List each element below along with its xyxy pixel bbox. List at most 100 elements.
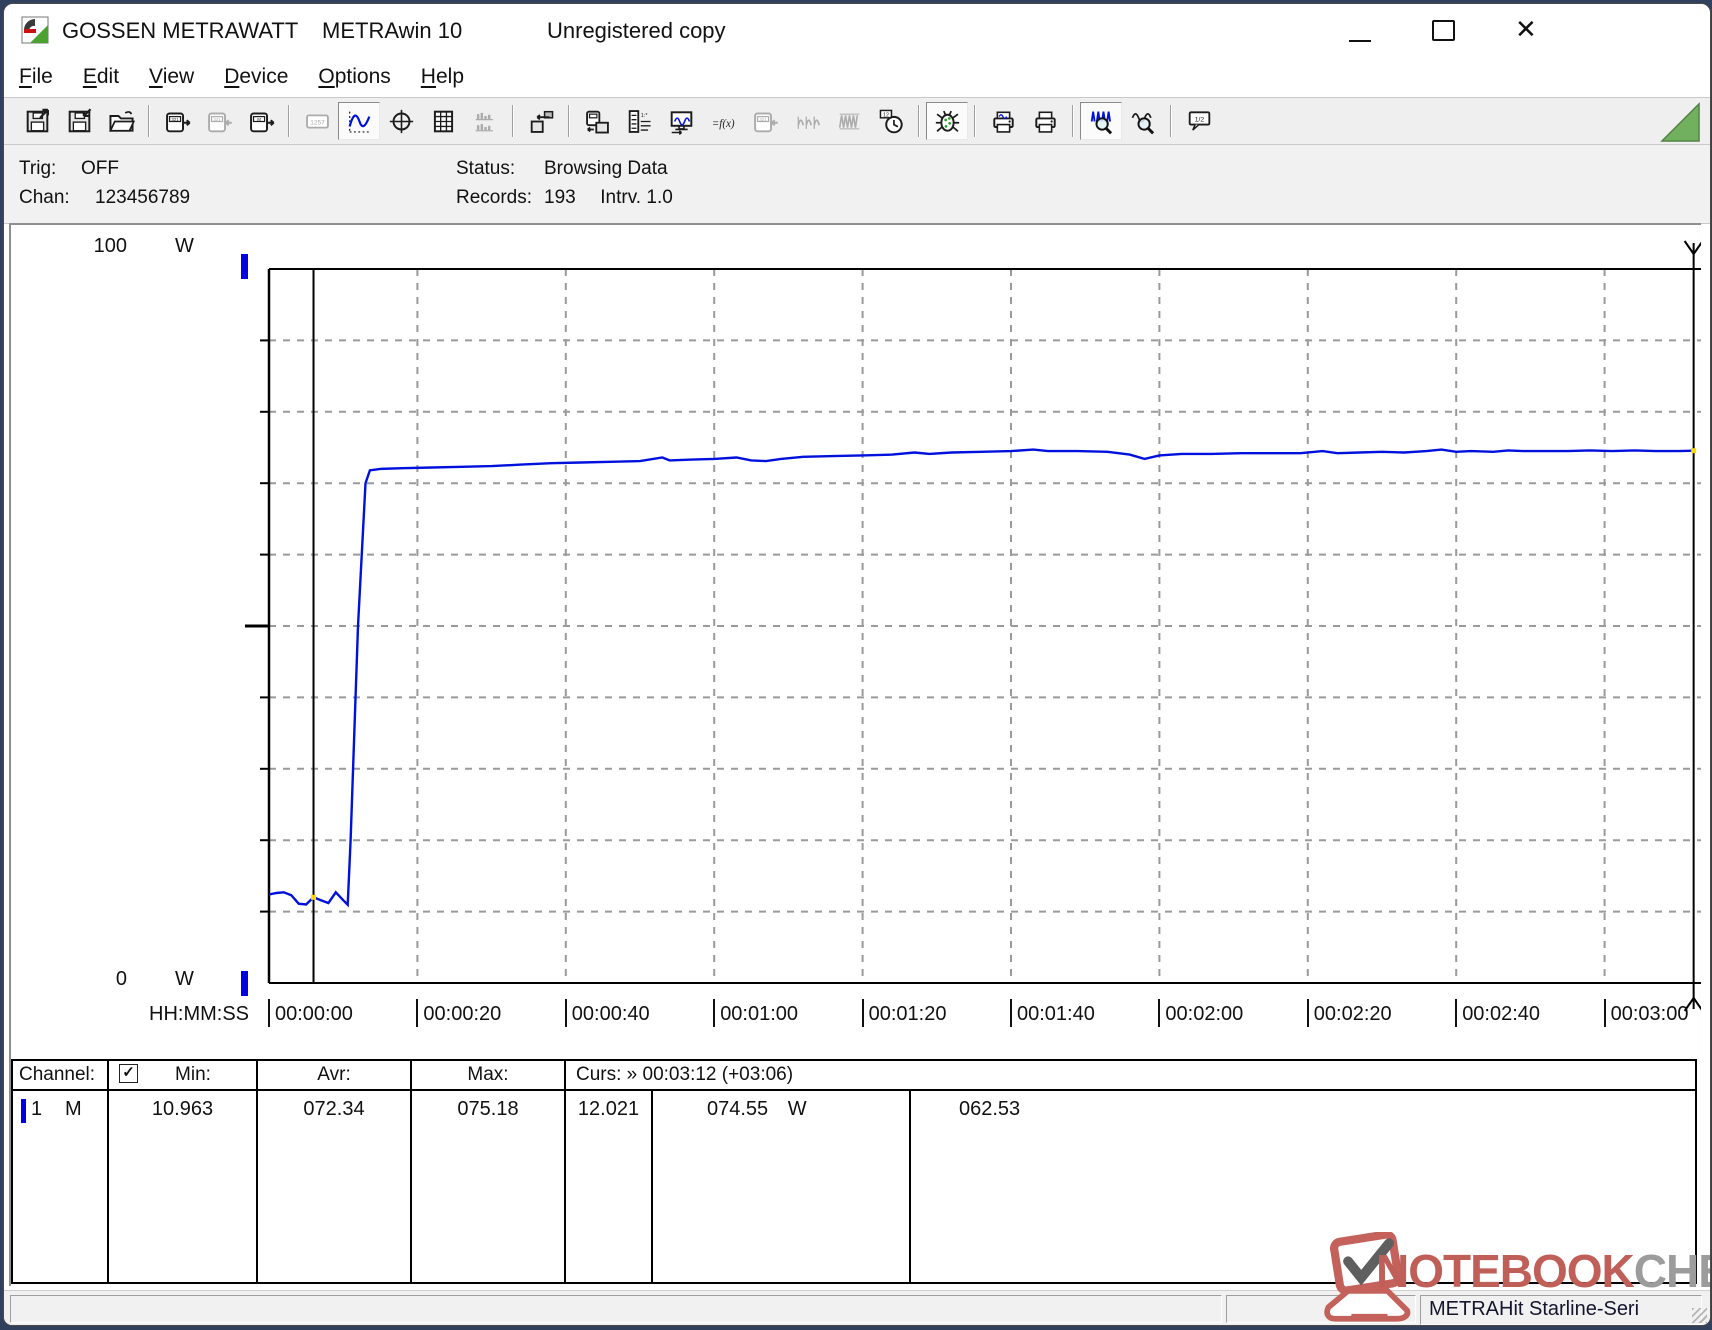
read-memory-button[interactable]: M — [240, 102, 282, 140]
print-button[interactable] — [1024, 102, 1066, 140]
save-as-button[interactable] — [58, 102, 100, 140]
table-header-cursor: Curs: » 00:03:12 (+03:06) — [576, 1064, 794, 1085]
table-header-min-cell: ✓ Min: — [109, 1059, 256, 1089]
x-tick-label: 00:01:20 — [861, 999, 946, 1027]
curves-separate-button — [786, 102, 828, 140]
menu-item-options[interactable]: Options — [318, 65, 390, 89]
print-preview-button[interactable] — [982, 102, 1024, 140]
waves-dense-icon — [838, 113, 859, 129]
chart-area[interactable] — [199, 226, 1701, 1046]
device-settings-button[interactable] — [576, 102, 618, 140]
meter-in-icon: 321 — [207, 112, 232, 132]
x-tick-label: 00:02:20 — [1306, 999, 1392, 1027]
menu-item-help[interactable]: Help — [421, 65, 464, 89]
menu-item-edit[interactable]: Edit — [83, 65, 119, 89]
records-label: Records: — [456, 187, 533, 208]
menu-bar: File Edit View Device Options Help — [4, 57, 1710, 97]
disk-out-icon — [26, 108, 49, 132]
cursor2-unit: W — [787, 1098, 807, 1120]
maximize-button[interactable] — [1432, 20, 1455, 41]
curves-merge-button — [828, 102, 870, 140]
table-header-max: Max: — [467, 1064, 509, 1085]
close-button[interactable]: ✕ — [1515, 14, 1537, 45]
channel-mode: M — [65, 1098, 82, 1120]
acquisition-info-bar: Trig: OFF Chan: 123456789 Status: Browsing … — [4, 145, 1710, 224]
cursor2-handle[interactable] — [1692, 241, 1701, 255]
menu-item-view[interactable]: View — [149, 65, 194, 89]
channel-settings-button[interactable]: 1:* — [618, 102, 660, 140]
debug-button[interactable] — [926, 102, 968, 140]
histogram-icon — [475, 112, 493, 131]
zoom-out-button[interactable] — [1122, 102, 1164, 140]
menu-item-file[interactable]: File — [19, 65, 53, 89]
app-icon — [21, 16, 49, 49]
table-icon — [433, 110, 453, 132]
export-button[interactable] — [520, 102, 562, 140]
power-curve — [268, 448, 1694, 908]
watermark-check-text: CHECK — [1633, 1245, 1710, 1297]
y-axis-max-label: 100 — [93, 235, 127, 257]
svg-text:M: M — [257, 116, 261, 121]
chart-view-button[interactable] — [338, 102, 380, 140]
read-device-button[interactable]: 321 — [156, 102, 198, 140]
notebookcheck-watermark: NOTEBOOKCHECK — [1312, 1230, 1710, 1325]
records-value: 193 — [544, 187, 576, 208]
toolbar-separator — [1072, 105, 1074, 137]
toolbar-separator — [512, 105, 514, 137]
table-view-button[interactable] — [422, 102, 464, 140]
cursor2-value: 074.55 — [707, 1098, 769, 1120]
histogram-view-button — [464, 102, 506, 140]
toolbar: 321 321 M 1257 1:* =f(x) 321 12 1/2 — [4, 97, 1710, 145]
trigger-label: Trig: — [19, 158, 57, 179]
zoom-wave-icon — [1090, 111, 1112, 134]
device-readout-button: 321 — [744, 102, 786, 140]
annotation-button[interactable]: 1/2 — [1178, 102, 1220, 140]
toolbar-separator — [148, 105, 150, 137]
toolbar-separator — [1170, 105, 1172, 137]
table-header-channel: Channel: — [19, 1064, 96, 1085]
x-tick-label: 00:00:20 — [416, 999, 501, 1027]
table-cell-avr: 072.34 — [303, 1098, 365, 1120]
table-cell-cursor2: 074.55 W — [653, 1091, 909, 1121]
print-preview-icon — [992, 110, 1014, 133]
meter-in-icon: 321 — [753, 112, 778, 132]
display-values-button: 1257 — [296, 102, 338, 140]
zoom-mode-button[interactable] — [1080, 102, 1122, 140]
trigger-value: OFF — [81, 158, 119, 179]
meter-out-icon: 321 — [165, 112, 190, 132]
table-row-channel: 1 M — [13, 1091, 105, 1282]
interval-label: Intrv. — [600, 187, 642, 208]
save-button[interactable] — [16, 102, 58, 140]
table-cell-cursor1: 12.021 — [577, 1098, 640, 1120]
x-axis-labels: HH:MM:SS 00:00:00 00:00:20 00:00:40 00:01:0… — [9, 999, 1701, 1031]
app-window: GOSSEN METRAWATT METRAwin 10 Unregistere… — [3, 3, 1711, 1326]
x-tick-label: 00:00:00 — [268, 999, 353, 1027]
app-name-title: METRAwin 10 — [322, 18, 463, 43]
crosshair-icon — [389, 109, 413, 133]
table-header-min: Min: — [175, 1064, 211, 1085]
cursor2-handle[interactable] — [1683, 240, 1695, 255]
scope-view-button[interactable] — [380, 102, 422, 140]
formula-button[interactable]: =f(x) — [702, 102, 744, 140]
open-button[interactable] — [100, 102, 142, 140]
folder-open-icon — [108, 110, 135, 132]
app-vendor-title: GOSSEN METRAWATT — [62, 18, 299, 43]
menu-item-device[interactable]: Device — [224, 65, 288, 89]
disk-in-icon — [68, 107, 91, 132]
monitor-icon — [670, 110, 692, 135]
svg-text:321: 321 — [759, 116, 767, 121]
device-disk-icon — [585, 110, 609, 133]
resize-corner-icon — [1660, 102, 1700, 147]
channel-label: Chan: — [19, 187, 70, 208]
monitor-settings-button[interactable] — [660, 102, 702, 140]
svg-text:1/2: 1/2 — [1194, 116, 1204, 123]
time-settings-button[interactable]: 12 — [870, 102, 912, 140]
channel-value: 123456789 — [95, 187, 191, 208]
channel-visible-checkbox[interactable]: ✓ — [119, 1064, 138, 1083]
printer-icon — [1034, 110, 1056, 133]
toolbar-separator — [288, 105, 290, 137]
chart-panel: 100 W 0 W HH:MM:SS 00:00:00 00:00:20 00:00… — [9, 223, 1701, 1286]
status-value: Browsing Data — [544, 158, 668, 179]
y-axis-min-label: 0 — [115, 968, 127, 990]
minimize-button[interactable] — [1349, 40, 1371, 42]
